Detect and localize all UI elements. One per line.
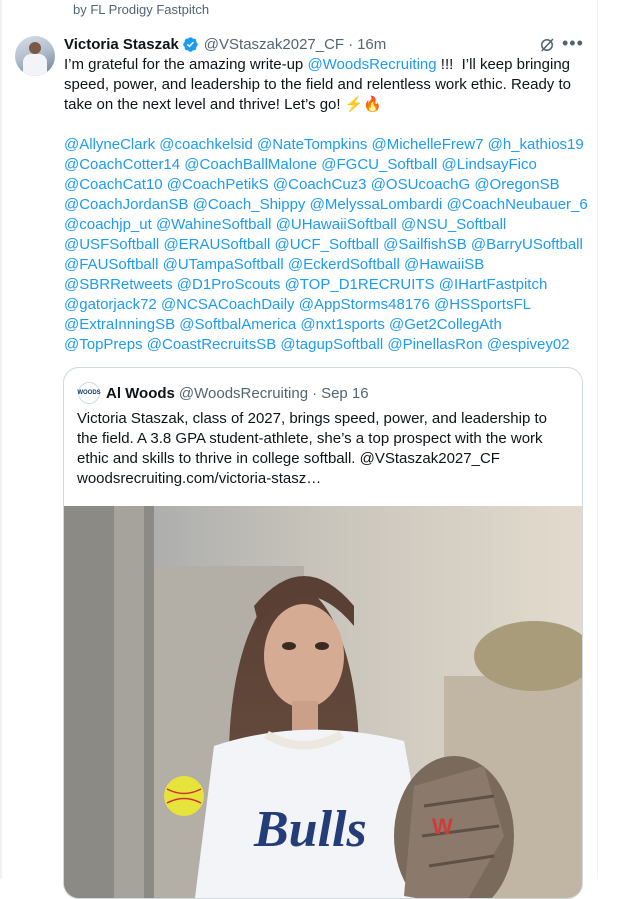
mention-link[interactable]: @AppStorms48176 [299,296,430,313]
mention-line: @coachjp_ut @WahineSoftball @UHawaiiSoft… [64,215,589,235]
mention-link[interactable]: @tagupSoftball [280,336,383,353]
mention-link[interactable]: @h_kathios19 [488,136,584,153]
mention-link[interactable]: @NateTompkins [257,136,367,153]
quote-separator: · [312,384,318,402]
quote-photo[interactable]: Bulls W [64,506,582,898]
photo-illustration: Bulls W [64,506,582,898]
quote-mention[interactable]: @VStaszak2027_CF [360,450,500,467]
quote-handle[interactable]: @WoodsRecruiting [179,385,308,402]
mention-line: @ExtraInningSB @SoftbalAmerica @nxt1spor… [64,315,589,335]
mention-link[interactable]: @MelyssaLombardi [310,196,443,213]
mention-line: @AllyneClark @coachkelsid @NateTompkins … [64,135,589,155]
mention-link[interactable]: @IHartFastpitch [439,276,548,293]
mention-link[interactable]: @LindsayFico [442,156,537,173]
mention-link[interactable]: @HawaiiSB [404,256,484,273]
mention-link[interactable]: @USFSoftball [64,236,159,253]
mention-line: @gatorjack72 @NCSACoachDaily @AppStorms4… [64,295,589,315]
woods-recruiting-link[interactable]: @WoodsRecruiting [307,56,436,73]
quote-header: WOODS Al Woods @WoodsRecruiting · Sep 16 [77,382,369,404]
mention-line: @TopPreps @CoastRecruitsSB @tagupSoftbal… [64,335,589,355]
mention-link[interactable]: @UTampaSoftball [163,256,284,273]
jersey-text: Bulls [253,801,367,858]
mention-link[interactable]: @FAUSoftball [64,256,158,273]
timeline-right-border [597,0,598,879]
handle[interactable]: @VStaszak2027_CF [204,36,344,53]
mention-link[interactable]: @CoachJordanSB [64,196,188,213]
mention-link[interactable]: @CoastRecruitsSB [147,336,276,353]
mention-link[interactable]: @Get2CollegAth [389,316,502,333]
quote-display-name[interactable]: Al Woods [106,385,175,402]
mention-link[interactable]: @coachjp_ut [64,216,152,233]
mention-link[interactable]: @CoachCuz3 [273,176,367,193]
mention-link[interactable]: @SoftbalAmerica [179,316,296,333]
mention-link[interactable]: @nxt1sports [300,316,384,333]
verified-badge-icon[interactable] [182,36,199,53]
mention-link[interactable]: @PinellasRon [387,336,482,353]
mention-link[interactable]: @SailfishSB [383,236,467,253]
mention-link[interactable]: @BarryUSoftball [471,236,583,253]
glove-logo-icon: W [432,814,453,839]
mention-link[interactable]: @FGCU_Softball [321,156,437,173]
quote-date[interactable]: Sep 16 [321,385,369,402]
mention-line: @CoachCat10 @CoachPetikS @CoachCuz3 @OSU… [64,175,589,195]
mention-link[interactable]: @TopPreps [64,336,143,353]
mention-line: @CoachCotter14 @CoachBallMalone @FGCU_So… [64,155,589,175]
mention-line: @USFSoftball @ERAUSoftball @UCF_Softball… [64,235,589,255]
mention-link[interactable]: @ExtraInningSB [64,316,175,333]
mention-line: @CoachJordanSB @Coach_Shippy @MelyssaLom… [64,195,589,215]
mention-link[interactable]: @Coach_Shippy [193,196,306,213]
mention-link[interactable]: @UHawaiiSoftball [276,216,397,233]
quote-text: Victoria Staszak, class of 2027, brings … [77,409,572,489]
mention-link[interactable]: @TOP_D1RECRUITS [285,276,435,293]
mention-link[interactable]: @SBRRetweets [64,276,173,293]
timestamp[interactable]: 16m [357,36,386,53]
avatar[interactable] [15,36,55,76]
context-line[interactable]: by FL Prodigy Fastpitch [73,2,209,17]
mention-link[interactable]: @CoachPetikS [167,176,269,193]
mention-link[interactable]: @AllyneClark [64,136,155,153]
mention-link[interactable]: @MichelleFrew7 [372,136,484,153]
mention-link[interactable]: @OregonSB [474,176,559,193]
mention-link[interactable]: @coachkelsid [159,136,253,153]
mention-link[interactable]: @OSUcoachG [371,176,470,193]
display-name[interactable]: Victoria Staszak [64,36,179,53]
mention-link[interactable]: @EckerdSoftball [288,256,400,273]
quote-tweet-card[interactable]: WOODS Al Woods @WoodsRecruiting · Sep 16… [63,367,583,899]
more-icon[interactable]: ••• [562,34,583,54]
tweet-text-part-1: I’m grateful for the amazing write-up [64,56,308,73]
mention-link[interactable]: @gatorjack72 [64,296,157,313]
timeline-left-border [0,0,2,879]
mention-link[interactable]: @CoachNeubauer_6 [447,196,588,213]
mention-link[interactable]: @UCF_Softball [275,236,379,253]
mention-link[interactable]: @CoachCotter14 [64,156,180,173]
mention-link[interactable]: @CoachCat10 [64,176,163,193]
mention-link[interactable]: @ERAUSoftball [163,236,270,253]
mention-link[interactable]: @NSU_Softball [401,216,506,233]
quote-avatar[interactable]: WOODS [77,382,101,404]
mention-link[interactable]: @D1ProScouts [177,276,281,293]
quote-url[interactable]: woodsrecruiting.com/victoria-stasz… [77,470,321,487]
mention-line: @SBRRetweets @D1ProScouts @TOP_D1RECRUIT… [64,275,589,295]
mention-link[interactable]: @CoachBallMalone [184,156,317,173]
tweet-text: I’m grateful for the amazing write-up @W… [64,55,584,115]
mention-link[interactable]: @HSSportsFL [434,296,531,313]
separator: · [348,35,354,53]
mentions-block: @AllyneClark @coachkelsid @NateTompkins … [64,135,589,355]
mention-link[interactable]: @NCSACoachDaily [161,296,295,313]
mention-link[interactable]: @WahineSoftball [156,216,272,233]
mention-link[interactable]: @espivey02 [487,336,570,353]
grok-icon[interactable] [538,36,556,54]
mention-line: @FAUSoftball @UTampaSoftball @EckerdSoft… [64,255,589,275]
